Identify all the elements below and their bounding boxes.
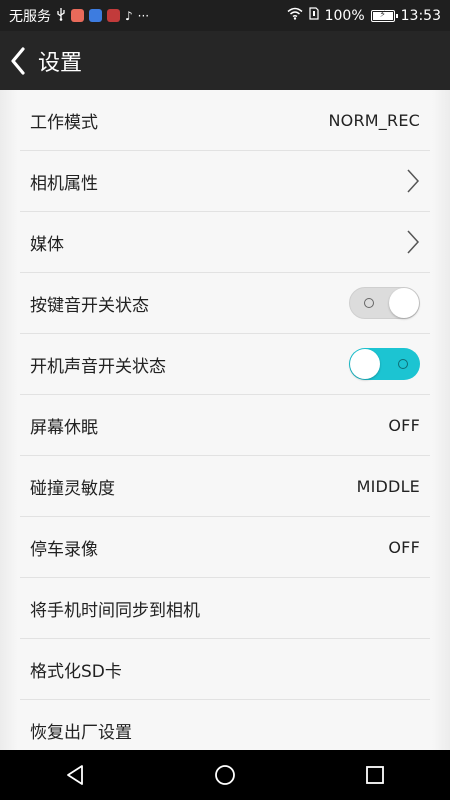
setting-sync-time[interactable]: 将手机时间同步到相机 [20,578,430,639]
setting-label: 工作模式 [30,112,98,133]
setting-label: 格式化SD卡 [30,661,122,682]
key-sound-toggle[interactable] [349,287,420,319]
toggle-knob [389,288,419,318]
nav-home-icon [215,765,235,785]
chevron-right-icon [406,168,420,194]
title-bar: 设置 [0,31,450,90]
more-notifications: ··· [137,8,150,23]
nav-back-icon [67,765,83,785]
setting-label: 将手机时间同步到相机 [30,600,200,621]
setting-label: 按键音开关状态 [30,295,149,316]
nav-home-button[interactable] [195,750,255,800]
setting-label: 媒体 [30,234,64,255]
battery-icon: ⚡ [370,9,398,22]
setting-value: OFF [388,415,420,435]
boot-sound-toggle[interactable] [349,348,420,380]
usb-icon [56,7,66,25]
setting-camera-properties[interactable]: 相机属性 [20,151,430,212]
back-button[interactable] [0,31,36,90]
page-title: 设置 [38,50,83,76]
wifi-icon [287,7,303,24]
carrier-label: 无服务 [9,8,51,25]
setting-collision-sensitivity[interactable]: 碰撞灵敏度 MIDDLE [20,456,430,517]
setting-label: 相机属性 [30,173,98,194]
settings-list[interactable]: 工作模式 NORM_REC 相机属性 媒体 按键音开关状态 开机声音开关状态 屏… [20,90,430,750]
back-chevron-icon [11,46,25,75]
toggle-knob [350,349,380,379]
setting-label: 停车录像 [30,539,98,560]
setting-label: 开机声音开关状态 [30,356,166,377]
setting-boot-sound[interactable]: 开机声音开关状态 [20,334,430,395]
sim-icon [309,7,319,24]
tiktok-icon: ♪ [125,8,133,23]
app-icon-2 [89,9,102,22]
nav-recents-icon [366,766,384,784]
setting-media[interactable]: 媒体 [20,212,430,273]
setting-key-sound[interactable]: 按键音开关状态 [20,273,430,334]
setting-work-mode[interactable]: 工作模式 NORM_REC [20,90,430,151]
status-bar: 无服务 ♪ ··· 100% ⚡ 13:53 [0,0,450,31]
toggle-off-indicator-icon [364,298,374,308]
nav-recents-button[interactable] [345,750,405,800]
system-nav-bar [0,750,450,800]
setting-value: OFF [388,537,420,557]
app-icon-3 [107,9,120,22]
setting-value: MIDDLE [356,476,420,496]
toggle-on-indicator-icon [398,359,408,369]
setting-label: 碰撞灵敏度 [30,478,115,499]
setting-format-sd[interactable]: 格式化SD卡 [20,639,430,700]
clock: 13:53 [400,7,441,24]
setting-label: 恢复出厂设置 [30,722,132,743]
nav-back-button[interactable] [45,750,105,800]
setting-value: NORM_REC [328,110,420,130]
setting-factory-reset[interactable]: 恢复出厂设置 [20,700,430,750]
setting-parking-recording[interactable]: 停车录像 OFF [20,517,430,578]
app-icon-1 [71,9,84,22]
setting-screen-sleep[interactable]: 屏幕休眠 OFF [20,395,430,456]
chevron-right-icon [406,229,420,255]
setting-label: 屏幕休眠 [30,417,98,438]
settings-content: 工作模式 NORM_REC 相机属性 媒体 按键音开关状态 开机声音开关状态 屏… [0,90,450,750]
battery-percent: 100% [324,7,365,24]
